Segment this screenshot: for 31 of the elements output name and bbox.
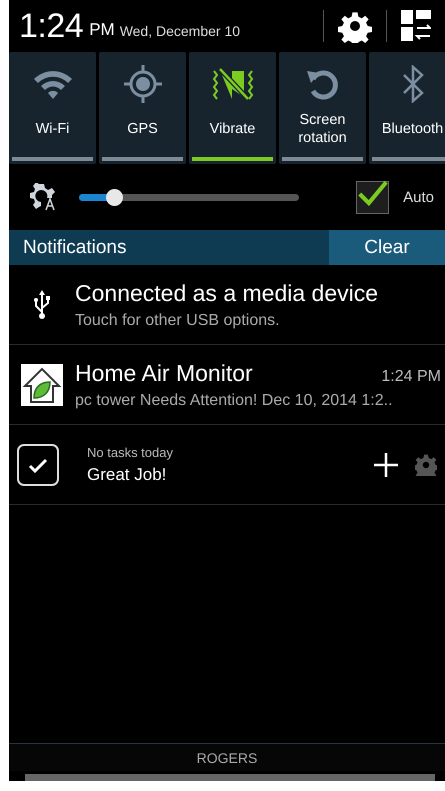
location-target-icon xyxy=(122,63,164,105)
notification-text: Touch for other USB options. xyxy=(75,312,281,330)
notifications-title: Notifications xyxy=(22,236,128,258)
quick-toggle[interactable]: Bluetooth xyxy=(369,52,445,164)
add-button[interactable] xyxy=(373,452,399,478)
auto-checkbox[interactable] xyxy=(356,180,390,214)
grid-edit-button[interactable] xyxy=(401,10,431,42)
notification-time: 1:24 PM xyxy=(381,368,441,386)
notification-item[interactable]: Connected as a media device Touch for other USB options. xyxy=(9,265,445,345)
am-pm: PM xyxy=(89,20,115,40)
clock-time: 1:24 xyxy=(19,6,84,46)
house-leaf-icon xyxy=(21,364,63,406)
quick-toggle[interactable]: Wi-Fi xyxy=(9,52,96,164)
drag-handle[interactable] xyxy=(25,774,435,781)
task-check-icon xyxy=(17,444,59,486)
carrier-name: ROGERS xyxy=(196,750,258,766)
task-caption: No tasks today xyxy=(87,444,174,460)
task-title: Great Job! xyxy=(87,464,168,484)
notification-title: Home Air Monitor xyxy=(75,360,254,386)
quick-toggle[interactable]: Screen rotation xyxy=(279,52,366,164)
quick-toggle[interactable]: Vibrate xyxy=(189,52,276,164)
date: Wed, December 10 xyxy=(120,22,242,38)
auto-brightness-icon xyxy=(29,183,57,211)
slider-thumb[interactable] xyxy=(106,188,124,206)
auto-label: Auto xyxy=(403,188,434,206)
usb-icon xyxy=(34,290,50,320)
quick-toggle[interactable]: GPS xyxy=(99,52,186,164)
notification-title: Connected as a media device xyxy=(75,280,380,306)
clear-button[interactable]: Clear xyxy=(329,230,445,265)
notification-item[interactable]: Home Air Monitor 1:24 PM pc tower Needs Attention! Dec 10, 2014 1:2.. xyxy=(9,345,445,425)
notification-text: pc tower Needs Attention! Dec 10, 2014 1:2.. xyxy=(75,392,394,410)
